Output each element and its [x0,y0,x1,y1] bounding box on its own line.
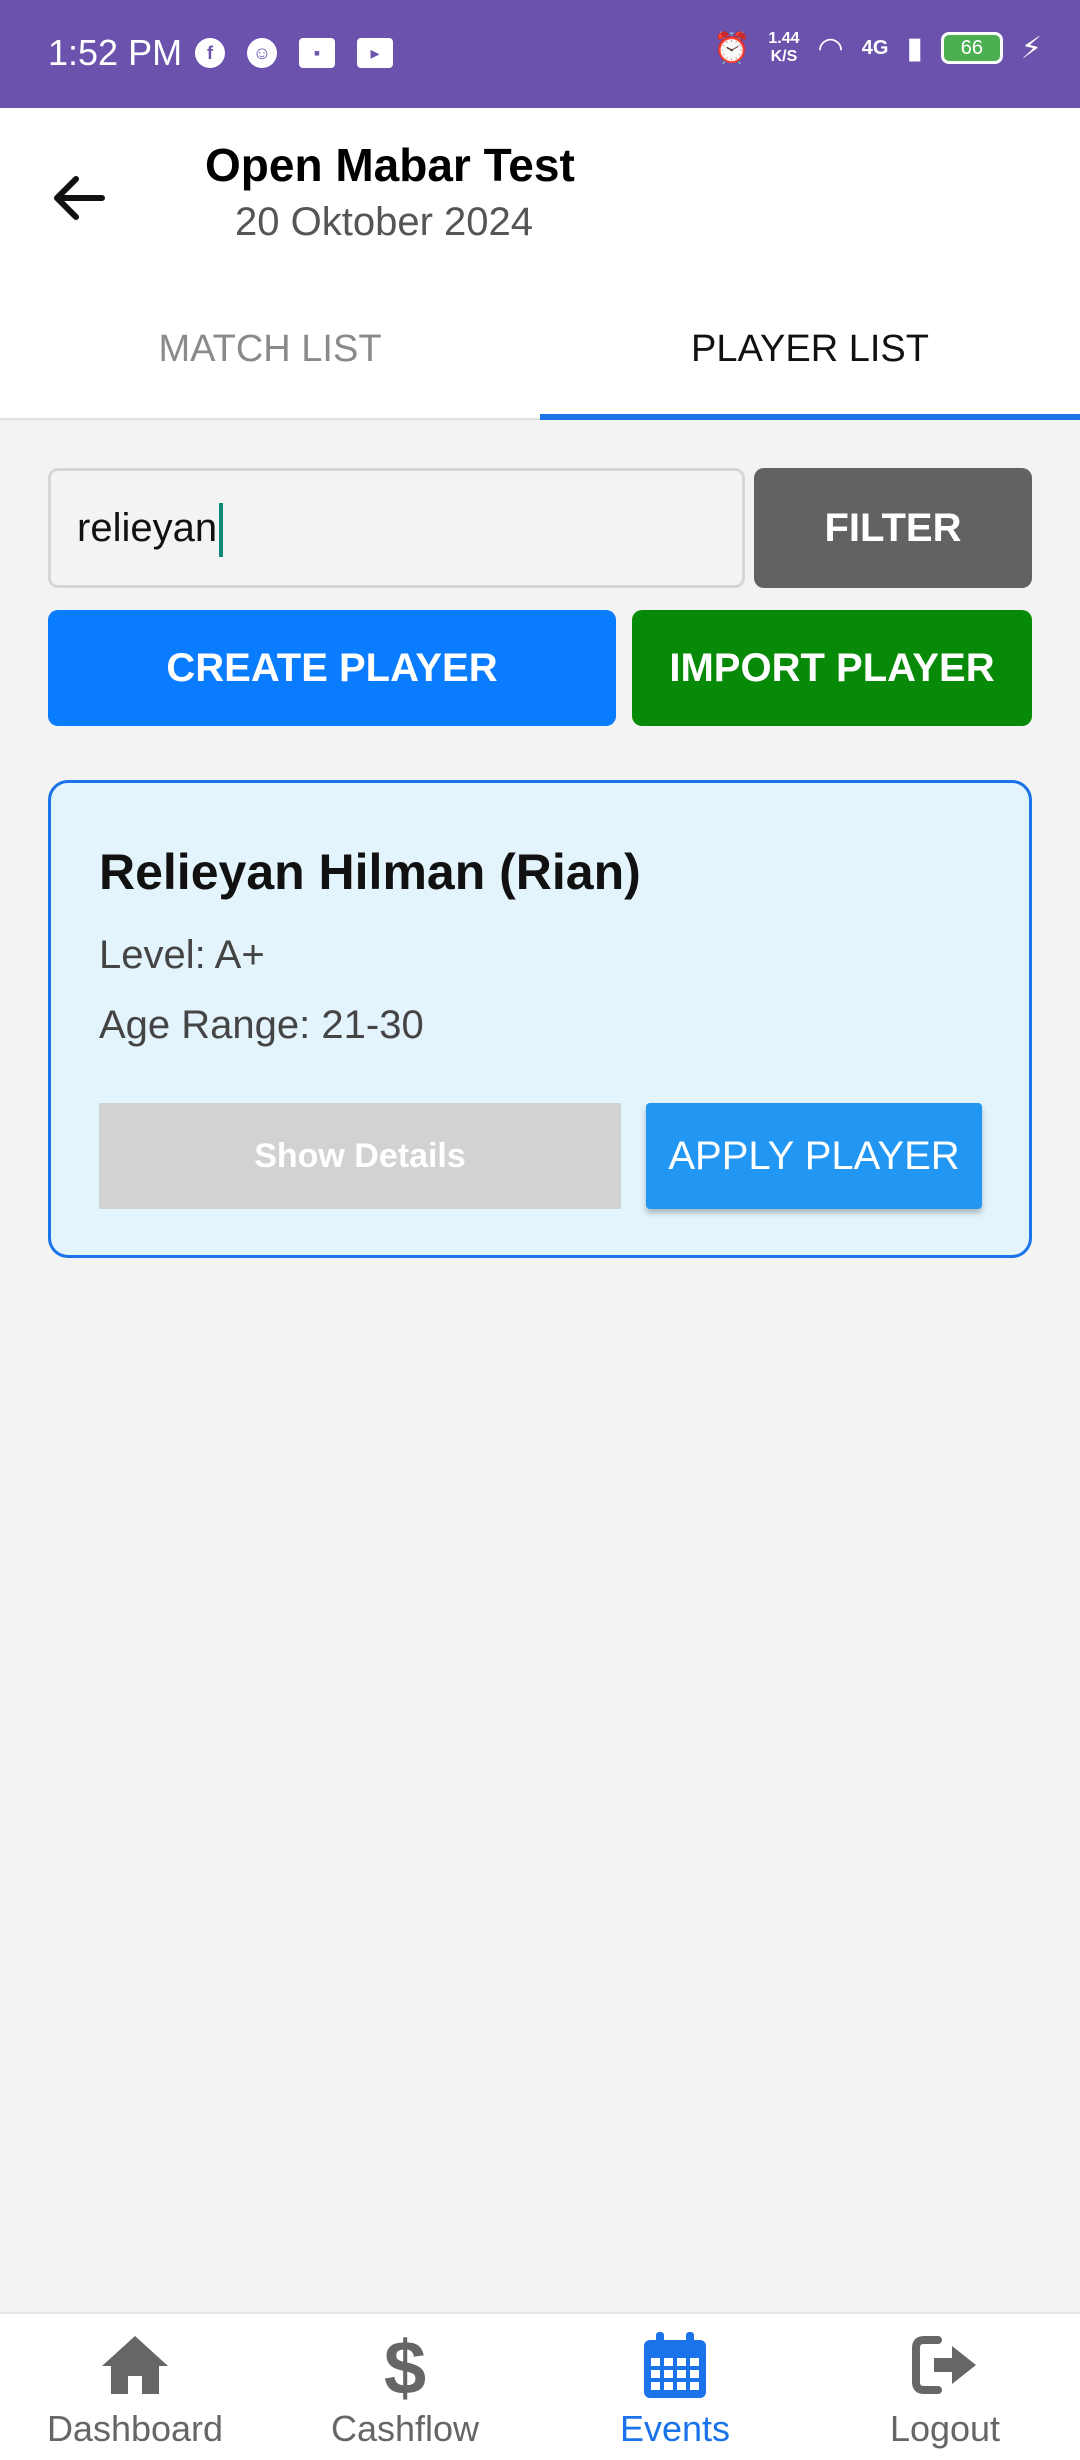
charging-icon: ⚡ [1020,31,1042,65]
network-type: 4G [861,36,889,59]
tab-match-list[interactable]: MATCH LIST [0,278,540,418]
calendar-icon [644,2332,706,2398]
nav-logout[interactable]: Logout [810,2314,1080,2460]
back-button[interactable] [40,158,120,238]
page-subtitle: 20 Oktober 2024 [235,200,533,244]
nav-logout-label: Logout [889,2408,1001,2449]
alarm-icon: ⏰ [713,31,751,65]
player-age-range: Age Range: 21-30 [99,1003,424,1047]
player-card: Relieyan Hilman (Rian) Level: A+ Age Ran… [48,780,1032,1258]
show-details-button[interactable]: Show Details [99,1103,621,1209]
video-icon: ▸ [357,38,393,68]
signal-icon: ▮ [906,31,923,65]
filter-button[interactable]: FILTER [754,468,1032,588]
tab-player-list[interactable]: PLAYER LIST [540,278,1080,420]
search-input[interactable]: relieyan [48,468,745,588]
logout-icon [912,2336,976,2394]
app-header: Open Mabar Test 20 Oktober 2024 [0,108,1080,278]
network-speed: 1.44 K/S [768,30,800,65]
nav-cashflow-label: Cashflow [330,2408,480,2449]
news-icon: ▪ [299,38,335,68]
text-cursor [219,503,224,558]
svg-text:$: $ [384,2328,426,2402]
search-input-value: relieyan [77,506,218,550]
battery-indicator: 66 [940,32,1003,64]
system-icons: ⏰ 1.44 K/S ◠ 4G ▮ 66 ⚡ [713,30,1042,66]
app-notification-icon: ☺ [247,38,277,68]
import-player-button[interactable]: IMPORT PLAYER [632,610,1032,726]
apply-player-button[interactable]: APPLY PLAYER [646,1103,982,1209]
page-title: Open Mabar Test [205,139,575,191]
nav-events[interactable]: Events [540,2314,810,2460]
player-name: Relieyan Hilman (Rian) [99,844,641,900]
dollar-icon: $ [384,2328,426,2402]
wifi-icon: ◠ [817,31,844,65]
create-player-button[interactable]: CREATE PLAYER [48,610,616,726]
player-level: Level: A+ [99,933,265,977]
nav-cashflow[interactable]: $ Cashflow [270,2314,540,2460]
tab-bar: MATCH LIST PLAYER LIST [0,278,1080,420]
notification-icons: f ☺ ▪ ▸ [195,38,393,68]
bottom-navigation: Dashboard $ Cashflow Events Logout [0,2312,1080,2460]
nav-dashboard-label: Dashboard [46,2408,224,2449]
home-icon [102,2336,168,2394]
arrow-left-icon [54,176,105,220]
nav-events-label: Events [619,2408,731,2449]
facebook-icon: f [195,38,225,68]
nav-dashboard[interactable]: Dashboard [0,2314,270,2460]
status-time: 1:52 PM [48,32,183,73]
status-bar: 1:52 PM f ☺ ▪ ▸ ⏰ 1.44 K/S ◠ 4G ▮ 66 ⚡ [0,0,1080,108]
